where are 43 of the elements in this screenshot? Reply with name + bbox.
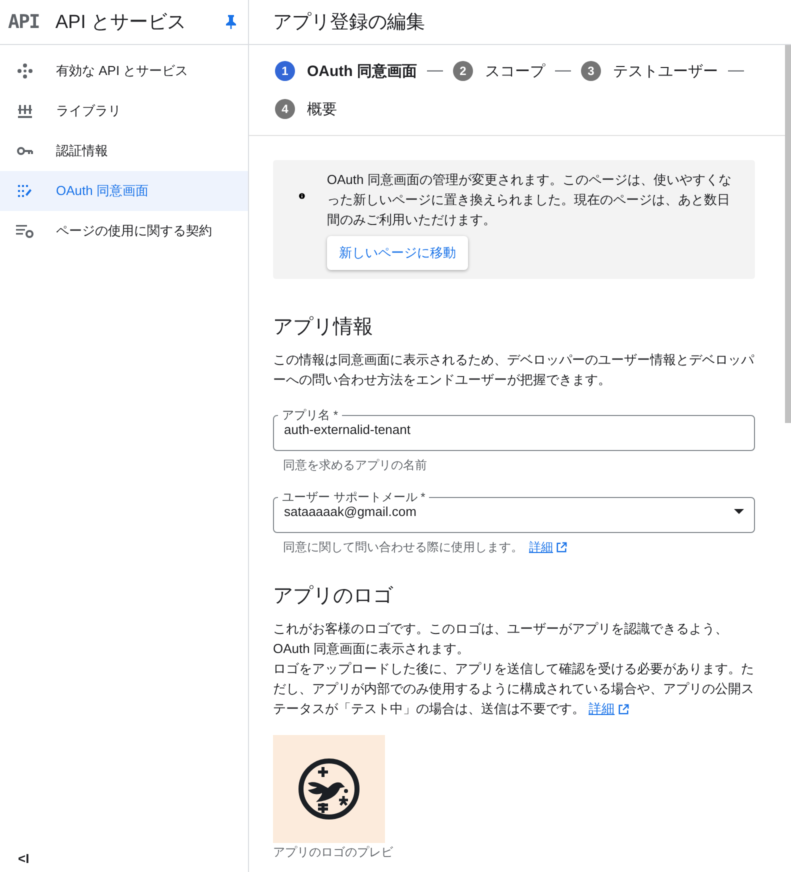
api-logo: API bbox=[8, 11, 40, 33]
step-label: OAuth 同意画面 bbox=[307, 62, 417, 80]
section-description: ロゴをアップロードした後に、アプリを送信して確認を受ける必要があります。ただし、アプリが内部でのみ使用するように構成されている場合や、アプリの公開ステータスが「テスト中」の場合は、送信は不要です。 詳細 bbox=[273, 659, 755, 719]
step-label: 概要 bbox=[307, 100, 337, 118]
section-description: この情報は同意画面に表示されるため、デベロッパーのユーザー情報とデベロッパーへの問い合わせ方法をエンドユーザーが把握できます。 bbox=[273, 351, 755, 389]
new-page-button[interactable]: 新しいページに移動 bbox=[326, 236, 468, 270]
library-icon bbox=[16, 102, 34, 120]
step-separator: — bbox=[728, 62, 744, 80]
nav-item[interactable]: ページの使用に関する契約 bbox=[0, 211, 248, 251]
product-title: API とサービス bbox=[55, 11, 188, 35]
step-number: 1 bbox=[275, 61, 295, 81]
details-link[interactable]: 詳細 bbox=[588, 699, 629, 719]
list-gear-icon bbox=[16, 222, 34, 240]
step-separator: — bbox=[427, 62, 443, 80]
nav-item[interactable]: 有効な API とサービス bbox=[0, 51, 248, 91]
email-select[interactable]: ユーザー サポートメール * sataaaaak@gmail.com bbox=[273, 490, 755, 533]
logo-caption: アプリのロゴのプレビ bbox=[273, 845, 394, 859]
section-heading: アプリ情報 bbox=[273, 315, 374, 340]
step-number: 3 bbox=[581, 61, 601, 81]
section-description: これがお客様のロゴです。このロゴは、ユーザーがアプリを認識できるよう、OAuth 同意画面に表示されます。 bbox=[273, 620, 729, 658]
collapse-button[interactable]: <I bbox=[18, 851, 248, 866]
details-link[interactable]: 詳細 bbox=[529, 539, 567, 556]
nav-item[interactable]: ライブラリ bbox=[0, 91, 248, 131]
bird-logo-icon bbox=[298, 758, 360, 820]
checklist-icon bbox=[16, 182, 34, 200]
step-number: 4 bbox=[275, 99, 295, 119]
nav-item[interactable]: OAuth 同意画面 bbox=[0, 171, 248, 211]
external-link-icon bbox=[618, 704, 629, 714]
step-number: 2 bbox=[453, 61, 473, 81]
dropdown-caret-icon bbox=[734, 509, 744, 514]
field-hint: 同意に関して問い合わせる際に使用します。 bbox=[283, 539, 523, 556]
notice-text: OAuth 同意画面の管理が変更されます。このページは、使いやすくなった新しいページに置き換えられました。現在のページは、あと数日間のみご利用いただけます。 bbox=[326, 171, 732, 229]
input-field[interactable]: アプリ名 * auth-externalid-tenant bbox=[273, 408, 755, 451]
field-hint: 同意を求めるアプリの名前 bbox=[283, 457, 427, 474]
step-separator: — bbox=[555, 62, 571, 80]
external-link-icon bbox=[556, 542, 567, 553]
pin-icon[interactable] bbox=[226, 15, 236, 29]
step-label: スコープ bbox=[485, 62, 545, 80]
section-heading: アプリのロゴ bbox=[273, 584, 394, 609]
move-icon bbox=[16, 62, 34, 80]
step-label: テストユーザー bbox=[613, 62, 718, 80]
nav-item[interactable]: 認証情報 bbox=[0, 131, 248, 171]
page-title: アプリ登録の編集 bbox=[249, 0, 791, 45]
